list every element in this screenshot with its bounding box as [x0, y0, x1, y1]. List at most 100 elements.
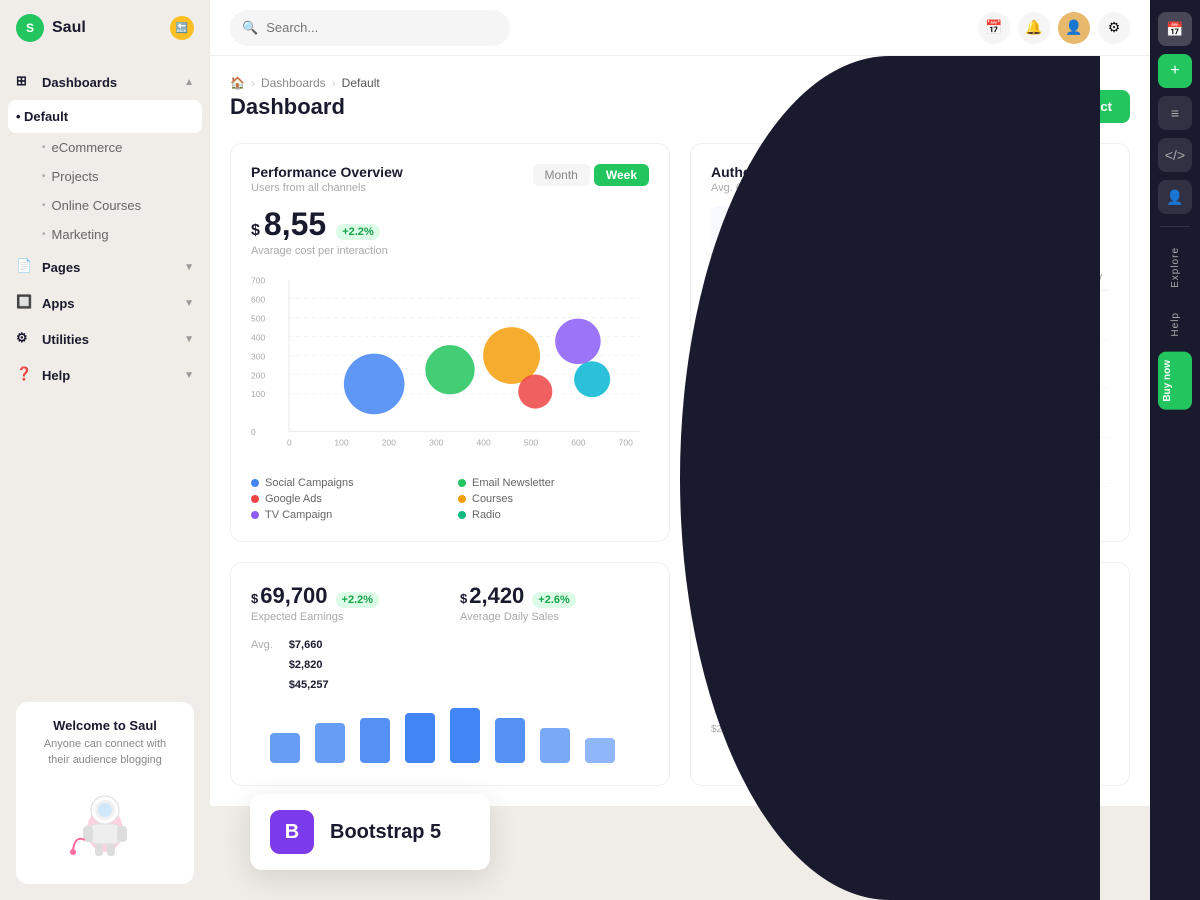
sidebar-item-default[interactable]: Default — [8, 100, 202, 133]
breadcrumb: 🏠 › Dashboards › Default — [230, 76, 1130, 90]
author-name: Guy Hawkins — [755, 303, 830, 317]
col-conv: CONV. — [935, 273, 995, 284]
notifications-button[interactable]: 🔔 — [1018, 12, 1050, 44]
chevron-icon: ▼ — [184, 262, 194, 273]
logo-icon: S — [16, 14, 44, 42]
right-sidebar-buy-now[interactable]: Buy now — [1158, 352, 1192, 410]
welcome-title: Welcome to Saul — [32, 718, 178, 733]
sidebar-item-label: Help — [42, 368, 70, 383]
tab-social[interactable]: 👥 Social — [839, 206, 899, 261]
chevron-icon: ▼ — [184, 370, 194, 381]
tab-label: Others — [980, 239, 1013, 251]
right-sidebar-help[interactable]: Help — [1170, 304, 1181, 345]
tab-month[interactable]: Month — [533, 164, 590, 186]
sidebar-item-projects[interactable]: Projects — [0, 162, 210, 191]
chevron-icon: ▼ — [184, 334, 194, 345]
tab-crypto[interactable]: ₿ Crypto — [775, 206, 835, 261]
svg-text:400: 400 — [251, 332, 265, 342]
breadcrumb-separator-2: › — [332, 76, 336, 90]
author-details: Cody Fishers Mexico — [755, 450, 831, 475]
legend-tv: TV Campaign — [251, 509, 442, 521]
astronaut-illustration — [55, 780, 155, 860]
breakdown-value-2: $2,820 — [289, 659, 649, 671]
view-button[interactable]: → — [1075, 401, 1099, 425]
search-box[interactable]: 🔍 — [230, 10, 510, 46]
sidebar-nav: ⊞ Dashboards ▲ Default eCommerce Project… — [0, 56, 210, 686]
right-sidebar-user[interactable]: 👤 — [1158, 180, 1192, 214]
tab-label: Mobile — [917, 239, 949, 251]
tab-label: Crypto — [789, 239, 821, 251]
sales-goal-text: Another $48,346 to Goal — [711, 659, 1109, 671]
create-project-button[interactable]: Create Project — [1006, 90, 1130, 123]
settings-button[interactable]: ⚙ — [1098, 12, 1130, 44]
table-row: 👤 Jacob Jones Poland 92.56% — [711, 389, 1109, 438]
sidebar-item-online-courses[interactable]: Online Courses — [0, 191, 210, 220]
earnings-badge: +2.2% — [336, 592, 380, 608]
sidebar-item-pages[interactable]: 📄 Pages ▼ — [0, 249, 210, 285]
sidebar-item-dashboards[interactable]: ⊞ Dashboards ▲ — [0, 64, 210, 100]
sidebar-item-label: Pages — [42, 260, 80, 275]
sidebar-item-label: Projects — [52, 169, 99, 184]
table-header: AUTHOR CONV. CHART VIEW — [711, 273, 1109, 291]
welcome-subtitle: Anyone can connect with their audience b… — [32, 737, 178, 768]
metric-value: 8,55 — [264, 206, 326, 243]
view-button[interactable]: → — [1075, 303, 1099, 327]
sales-value: 2,420 — [469, 583, 524, 609]
bootstrap-icon: B — [270, 810, 314, 854]
svg-text:200: 200 — [382, 438, 396, 448]
calendar-button[interactable]: 📅 — [978, 12, 1010, 44]
tab-week[interactable]: Week — [594, 164, 649, 186]
breakdown-value-3: $45,257 — [289, 679, 649, 691]
legend-email: Email Newsletter — [458, 477, 649, 489]
sidebar-item-utilities[interactable]: ⚙ Utilities ▼ — [0, 321, 210, 357]
right-sidebar-calendar[interactable]: 📅 — [1158, 12, 1192, 46]
conv-rate: 92.56% — [935, 406, 995, 420]
author-country: Poland — [755, 415, 828, 426]
author-info: 👤 Guy Hawkins Haiti — [715, 299, 935, 331]
sidebar-item-marketing[interactable]: Marketing — [0, 220, 210, 249]
card-subtitle: Users from all channels — [251, 182, 403, 194]
topbar-right: 📅 🔔 👤 ⚙ — [978, 12, 1130, 44]
right-sidebar-explore[interactable]: Explore — [1170, 239, 1181, 296]
view-button[interactable]: → — [1075, 352, 1099, 376]
tab-mobile[interactable]: 📱 Mobile — [903, 206, 963, 261]
sidebar-collapse-button[interactable]: 🔙 — [170, 16, 194, 40]
authors-header: Authors Achievements Avg. 69.34% Conv. R… — [711, 164, 1109, 194]
svg-text:500: 500 — [251, 313, 265, 323]
page-title: Dashboard — [230, 94, 345, 120]
bootstrap-overlay-card: B Bootstrap 5 — [250, 794, 490, 870]
sales-total-row: $ 14,094 — [711, 625, 1109, 657]
tab-others[interactable]: 📂 Others — [967, 206, 1027, 261]
right-sidebar-menu[interactable]: ≡ — [1158, 96, 1192, 130]
search-input[interactable] — [266, 20, 498, 35]
svg-text:500: 500 — [524, 438, 538, 448]
sidebar-item-help[interactable]: ❓ Help ▼ — [0, 357, 210, 393]
earnings-label: Expected Earnings — [251, 611, 440, 623]
breadcrumb-separator: › — [251, 76, 255, 90]
author-avatar: 👤 — [715, 397, 747, 429]
col-chart: CHART — [995, 273, 1075, 284]
chevron-icon: ▲ — [184, 77, 194, 88]
view-button[interactable]: → — [1075, 450, 1099, 474]
others-icon: 📂 — [986, 214, 1008, 235]
sidebar-item-apps[interactable]: 🔲 Apps ▼ — [0, 285, 210, 321]
authors-title: Authors Achievements — [711, 164, 1109, 180]
right-sidebar-code[interactable]: </> — [1158, 138, 1192, 172]
table-row: 👤 Cody Fishers Mexico 63.08% — [711, 438, 1109, 487]
breakdown-value: $7,660 — [289, 639, 649, 651]
user-avatar[interactable]: 👤 — [1058, 12, 1090, 44]
bar-chart-svg — [251, 703, 649, 763]
dashboards-icon: ⊞ — [16, 73, 34, 91]
tab-saas[interactable]: 💻 SaaS — [711, 206, 771, 261]
welcome-card: Welcome to Saul Anyone can connect with … — [16, 702, 194, 884]
sales-prefix: $ — [460, 591, 467, 606]
svg-text:700: 700 — [619, 438, 633, 448]
earnings-inner: $ 69,700 +2.2% Expected Earnings $ 2,420 — [251, 583, 649, 623]
sidebar-item-ecommerce[interactable]: eCommerce — [0, 133, 210, 162]
area-chart-svg — [711, 715, 1109, 765]
right-sidebar-add[interactable]: + — [1158, 54, 1192, 88]
svg-text:600: 600 — [571, 438, 585, 448]
breadcrumb-current: Default — [342, 76, 380, 90]
sales-value-row: $ 2,420 +2.6% — [460, 583, 649, 609]
metric-label: Avarage cost per interaction — [251, 245, 649, 257]
